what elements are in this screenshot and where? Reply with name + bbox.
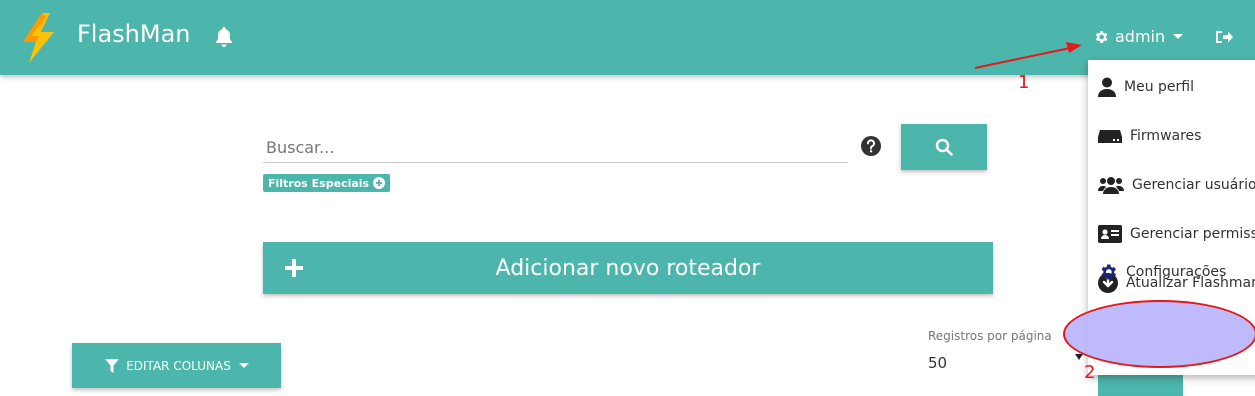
menu-item-label: Gerenciar usuários xyxy=(1132,177,1255,193)
menu-item-label: Meu perfil xyxy=(1124,79,1194,95)
search-input[interactable] xyxy=(263,133,851,161)
chevron-down-icon xyxy=(238,363,249,368)
add-router-label: Adicionar novo roteador xyxy=(495,255,761,281)
hdd-icon xyxy=(1098,130,1122,143)
plus-circle-icon xyxy=(373,177,386,189)
user-icon xyxy=(1098,77,1116,97)
menu-item-settings[interactable]: Configurações xyxy=(1088,252,1255,292)
filter-icon xyxy=(105,358,120,373)
top-navbar: FlashMan admin xyxy=(0,0,1255,75)
admin-menu-toggle[interactable]: admin xyxy=(1093,27,1184,46)
records-per-page-label: Registros por página xyxy=(928,329,1052,343)
gear-icon xyxy=(1101,264,1116,280)
id-card-icon xyxy=(1098,225,1122,243)
configuracoes-highlight-circle xyxy=(1063,300,1255,368)
menu-item-profile[interactable]: Meu perfil xyxy=(1088,67,1255,107)
select-caret-icon[interactable] xyxy=(1075,354,1083,360)
bell-icon[interactable] xyxy=(212,25,236,49)
edit-columns-button[interactable]: EDITAR COLUNAS xyxy=(72,343,281,388)
search-icon xyxy=(935,138,953,156)
flashman-logo-icon xyxy=(23,13,54,63)
sign-out-icon[interactable] xyxy=(1214,27,1234,47)
edit-columns-label: EDITAR COLUNAS xyxy=(126,358,231,373)
menu-item-manage-permissions[interactable]: Gerenciar permissões xyxy=(1088,214,1255,254)
question-circle-icon[interactable] xyxy=(860,135,882,157)
app-title[interactable]: FlashMan xyxy=(77,20,191,48)
admin-username: admin xyxy=(1115,27,1166,46)
gear-icon xyxy=(1095,30,1108,43)
chevron-down-icon xyxy=(1173,34,1184,39)
menu-item-label: Firmwares xyxy=(1130,128,1202,144)
special-filters-label: Filtros Especiais xyxy=(268,176,370,190)
menu-item-label: Gerenciar permissões xyxy=(1130,226,1255,242)
search-field xyxy=(263,133,851,163)
search-button[interactable] xyxy=(901,124,987,170)
special-filters-button[interactable]: Filtros Especiais xyxy=(263,174,391,192)
menu-item-firmwares[interactable]: Firmwares xyxy=(1088,116,1255,156)
users-icon xyxy=(1098,177,1124,194)
menu-item-manage-users[interactable]: Gerenciar usuários xyxy=(1088,165,1255,205)
annotation-number-1: 1 xyxy=(1018,72,1030,93)
records-per-page-select[interactable]: 50 xyxy=(928,354,947,372)
annotation-number-2: 2 xyxy=(1084,362,1096,383)
menu-item-label: Configurações xyxy=(1126,264,1227,280)
plus-icon xyxy=(285,259,303,277)
add-router-button[interactable]: Adicionar novo roteador xyxy=(263,242,993,294)
